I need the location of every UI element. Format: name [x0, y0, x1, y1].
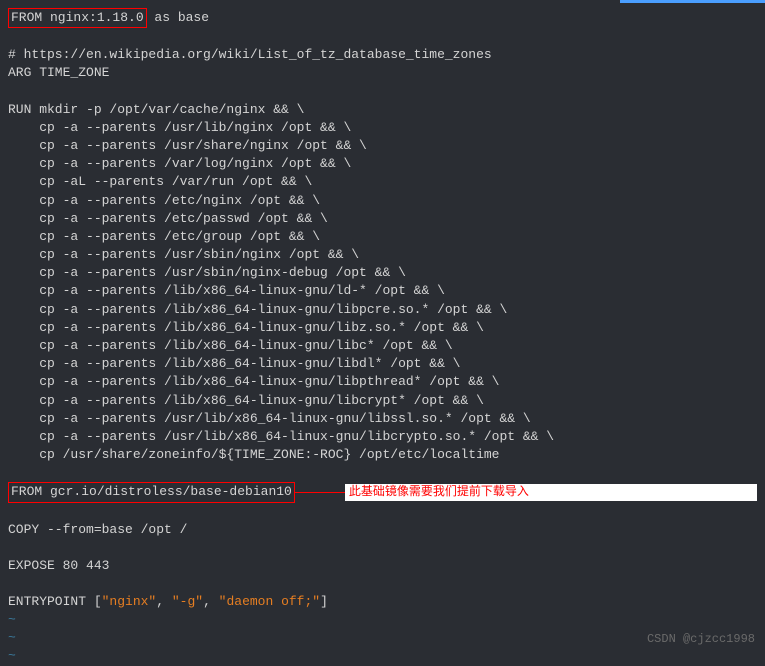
run-line: RUN mkdir -p /opt/var/cache/nginx && \	[8, 101, 757, 119]
annotation-text: 此基础镜像需要我们提前下载导入	[345, 484, 757, 501]
run-line: cp -a --parents /etc/nginx /opt && \	[8, 192, 757, 210]
run-line: cp -aL --parents /var/run /opt && \	[8, 173, 757, 191]
run-line: cp -a --parents /lib/x86_64-linux-gnu/li…	[8, 319, 757, 337]
vim-tilde: ~	[8, 611, 757, 629]
arg-line: ARG TIME_ZONE	[8, 64, 757, 82]
run-line: cp -a --parents /usr/sbin/nginx-debug /o…	[8, 264, 757, 282]
blank-line	[8, 28, 757, 46]
entrypoint-line: ENTRYPOINT ["nginx", "-g", "daemon off;"…	[8, 593, 757, 611]
annotation-container: FROM gcr.io/distroless/base-debian10 此基础…	[8, 482, 757, 502]
code-editor[interactable]: FROM nginx:1.18.0 as base # https://en.w…	[8, 8, 757, 666]
run-line: cp -a --parents /usr/share/nginx /opt &&…	[8, 137, 757, 155]
run-line: cp /usr/share/zoneinfo/${TIME_ZONE:-ROC}…	[8, 446, 757, 464]
blank-line	[8, 83, 757, 101]
string-literal: "daemon off;"	[219, 594, 320, 609]
entrypoint-suffix: ]	[320, 594, 328, 609]
separator: ,	[156, 594, 172, 609]
run-line: cp -a --parents /var/log/nginx /opt && \	[8, 155, 757, 173]
run-line: cp -a --parents /lib/x86_64-linux-gnu/ld…	[8, 282, 757, 300]
watermark: CSDN @cjzcc1998	[647, 631, 755, 648]
code-text: as base	[147, 10, 209, 25]
run-line: cp -a --parents /etc/passwd /opt && \	[8, 210, 757, 228]
separator: ,	[203, 594, 219, 609]
vim-tilde: ~	[8, 647, 757, 665]
run-line: cp -a --parents /lib/x86_64-linux-gnu/li…	[8, 337, 757, 355]
entrypoint-prefix: ENTRYPOINT [	[8, 594, 102, 609]
run-line: cp -a --parents /usr/lib/nginx /opt && \	[8, 119, 757, 137]
code-line: FROM nginx:1.18.0 as base	[8, 8, 757, 28]
blank-line	[8, 539, 757, 557]
comment-line: # https://en.wikipedia.org/wiki/List_of_…	[8, 46, 757, 64]
run-line: cp -a --parents /usr/lib/x86_64-linux-gn…	[8, 428, 757, 446]
string-literal: "nginx"	[102, 594, 157, 609]
annotation-connector	[295, 492, 345, 493]
top-selection-bar	[620, 0, 765, 3]
string-literal: "-g"	[172, 594, 203, 609]
run-line: cp -a --parents /usr/sbin/nginx /opt && …	[8, 246, 757, 264]
highlight-box-from: FROM nginx:1.18.0	[8, 8, 147, 28]
run-line: cp -a --parents /etc/group /opt && \	[8, 228, 757, 246]
blank-line	[8, 575, 757, 593]
blank-line	[8, 503, 757, 521]
copy-line: COPY --from=base /opt /	[8, 521, 757, 539]
run-line: cp -a --parents /lib/x86_64-linux-gnu/li…	[8, 301, 757, 319]
run-line: cp -a --parents /lib/x86_64-linux-gnu/li…	[8, 373, 757, 391]
run-line: cp -a --parents /lib/x86_64-linux-gnu/li…	[8, 355, 757, 373]
vim-tilde: ~	[8, 629, 757, 647]
run-line: cp -a --parents /lib/x86_64-linux-gnu/li…	[8, 392, 757, 410]
highlight-box-from2: FROM gcr.io/distroless/base-debian10	[8, 482, 295, 502]
blank-line	[8, 464, 757, 482]
expose-line: EXPOSE 80 443	[8, 557, 757, 575]
run-line: cp -a --parents /usr/lib/x86_64-linux-gn…	[8, 410, 757, 428]
